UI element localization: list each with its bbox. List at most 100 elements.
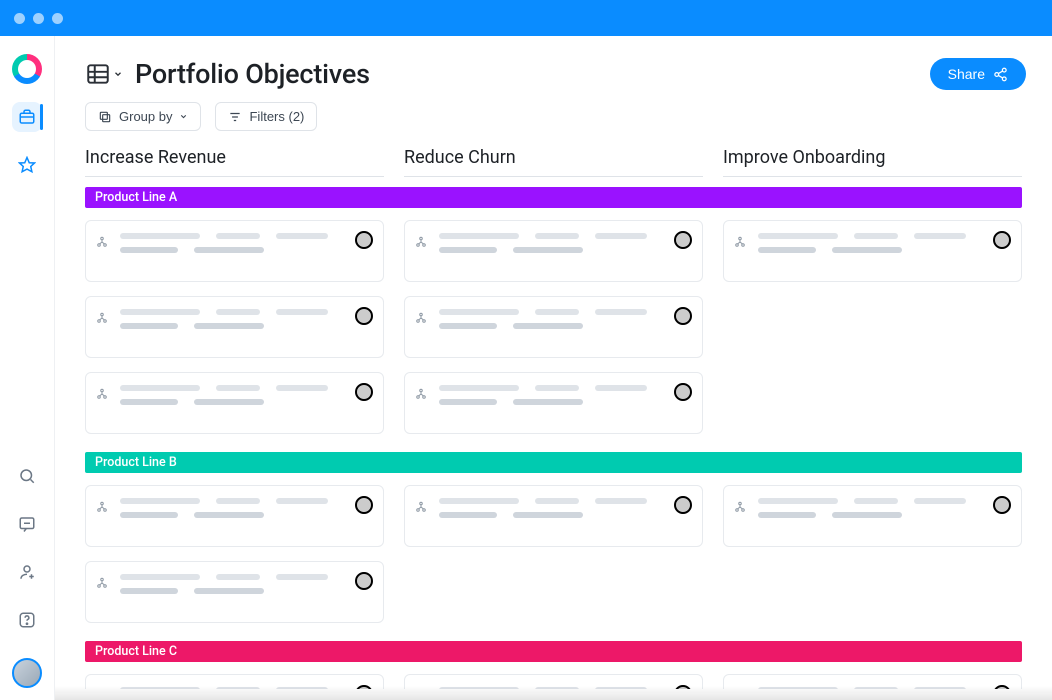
column-cell: [85, 485, 384, 623]
card-placeholder-text: [439, 309, 660, 329]
column-cell: [723, 674, 1022, 689]
current-user-avatar[interactable]: [12, 658, 42, 688]
objective-card[interactable]: [404, 220, 703, 282]
chevron-down-icon: [113, 69, 123, 79]
main-content: Portfolio Objectives Share Group by Filt…: [55, 36, 1052, 700]
card-placeholder-text: [120, 687, 341, 689]
objective-card[interactable]: [85, 372, 384, 434]
assignee-avatar[interactable]: [674, 231, 692, 249]
help-button[interactable]: [13, 606, 41, 634]
hierarchy-icon: [415, 385, 427, 404]
nav-portfolio[interactable]: [12, 102, 42, 132]
assignee-avatar[interactable]: [355, 383, 373, 401]
view-switcher[interactable]: [85, 61, 123, 87]
app-logo[interactable]: [12, 54, 42, 84]
hierarchy-icon: [96, 498, 108, 517]
assignee-avatar[interactable]: [355, 307, 373, 325]
window-zoom-dot[interactable]: [52, 13, 63, 24]
hierarchy-icon: [96, 574, 108, 593]
column-header: Reduce Churn: [404, 147, 703, 177]
hierarchy-icon: [415, 233, 427, 252]
group-by-button[interactable]: Group by: [85, 102, 201, 131]
chevron-down-icon: [179, 112, 188, 121]
group-row: [85, 674, 1022, 689]
window-titlebar: [0, 0, 1052, 36]
group-row: [85, 220, 1022, 434]
column-cell: [404, 220, 703, 434]
group-header[interactable]: Product Line C: [85, 641, 1022, 662]
filters-button[interactable]: Filters (2): [215, 102, 317, 131]
group-row: [85, 485, 1022, 623]
column-cell: [404, 485, 703, 623]
assignee-avatar[interactable]: [993, 685, 1011, 689]
objective-card[interactable]: [723, 674, 1022, 689]
card-placeholder-text: [120, 233, 341, 253]
share-button[interactable]: Share: [930, 58, 1026, 90]
objective-card[interactable]: [404, 674, 703, 689]
objective-card[interactable]: [404, 485, 703, 547]
assignee-avatar[interactable]: [993, 231, 1011, 249]
objective-card[interactable]: [85, 485, 384, 547]
layers-icon: [98, 110, 112, 124]
card-placeholder-text: [439, 385, 660, 405]
share-icon: [993, 67, 1008, 82]
objective-card[interactable]: [85, 220, 384, 282]
objective-card[interactable]: [404, 296, 703, 358]
search-button[interactable]: [13, 462, 41, 490]
column-header: Improve Onboarding: [723, 147, 1022, 177]
objective-card[interactable]: [723, 220, 1022, 282]
add-user-button[interactable]: [13, 558, 41, 586]
card-placeholder-text: [439, 233, 660, 253]
column-cell: [404, 674, 703, 689]
objective-card[interactable]: [404, 372, 703, 434]
hierarchy-icon: [734, 498, 746, 517]
objective-card[interactable]: [85, 674, 384, 689]
filter-icon: [228, 110, 242, 124]
comments-button[interactable]: [13, 510, 41, 538]
card-placeholder-text: [758, 687, 979, 689]
assignee-avatar[interactable]: [355, 572, 373, 590]
sidebar: [0, 36, 55, 700]
star-icon: [18, 156, 36, 174]
assignee-avatar[interactable]: [355, 496, 373, 514]
search-icon: [18, 467, 36, 485]
card-placeholder-text: [758, 233, 979, 253]
window-close-dot[interactable]: [14, 13, 25, 24]
card-placeholder-text: [120, 574, 341, 594]
window-minimize-dot[interactable]: [33, 13, 44, 24]
filters-label: Filters (2): [249, 109, 304, 124]
assignee-avatar[interactable]: [993, 496, 1011, 514]
page-title: Portfolio Objectives: [135, 58, 370, 90]
hierarchy-icon: [415, 687, 427, 689]
share-button-label: Share: [948, 66, 985, 82]
assignee-avatar[interactable]: [674, 685, 692, 689]
column-cell: [723, 220, 1022, 434]
hierarchy-icon: [415, 498, 427, 517]
hierarchy-icon: [96, 309, 108, 328]
card-placeholder-text: [120, 498, 341, 518]
assignee-avatar[interactable]: [674, 496, 692, 514]
assignee-avatar[interactable]: [355, 685, 373, 689]
chat-icon: [18, 515, 36, 533]
table-icon: [85, 61, 111, 87]
card-placeholder-text: [120, 309, 341, 329]
card-placeholder-text: [758, 498, 979, 518]
objective-card[interactable]: [85, 296, 384, 358]
active-indicator: [40, 104, 43, 130]
assignee-avatar[interactable]: [674, 383, 692, 401]
card-placeholder-text: [439, 498, 660, 518]
assignee-avatar[interactable]: [355, 231, 373, 249]
group-header[interactable]: Product Line B: [85, 452, 1022, 473]
column-cell: [85, 220, 384, 434]
help-icon: [18, 611, 36, 629]
group-header[interactable]: Product Line A: [85, 187, 1022, 208]
nav-favorites[interactable]: [12, 150, 42, 180]
column-header: Increase Revenue: [85, 147, 384, 177]
board-scroll[interactable]: Increase Revenue Reduce Churn Improve On…: [85, 147, 1026, 689]
hierarchy-icon: [96, 233, 108, 252]
assignee-avatar[interactable]: [674, 307, 692, 325]
hierarchy-icon: [415, 309, 427, 328]
card-placeholder-text: [439, 687, 660, 689]
objective-card[interactable]: [85, 561, 384, 623]
objective-card[interactable]: [723, 485, 1022, 547]
